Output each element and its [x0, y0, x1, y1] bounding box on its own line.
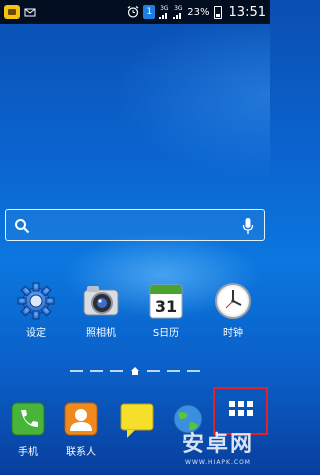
page-dash[interactable]	[110, 370, 123, 372]
watermark: 安卓网 WWW.HIAPK.COM	[168, 431, 268, 473]
alarm-icon	[127, 6, 139, 18]
app-clock[interactable]: 时钟	[208, 281, 258, 339]
page-dash[interactable]	[147, 370, 160, 372]
envelope-icon	[24, 8, 36, 17]
home-icon[interactable]	[130, 366, 140, 376]
network-indicator: 3G	[159, 5, 169, 19]
calendar-day: 31	[155, 297, 177, 316]
battery-percent: 23%	[187, 6, 210, 18]
contacts-icon	[61, 400, 101, 440]
watermark-logo: 安卓网	[181, 432, 254, 457]
app-camera[interactable]: 照相机	[76, 281, 126, 339]
app-label: 设定	[26, 328, 46, 339]
app-s-calendar[interactable]: 31 S日历	[141, 281, 191, 339]
notification-app-icon	[4, 5, 20, 19]
phone-icon	[8, 400, 48, 440]
signal-icon-2	[173, 12, 182, 19]
dock-messages[interactable]	[110, 400, 160, 443]
page-dash[interactable]	[187, 370, 200, 372]
page-dash[interactable]	[70, 370, 83, 372]
google-search-bar[interactable]	[5, 209, 265, 241]
app-label: S日历	[152, 328, 180, 339]
status-bar[interactable]: 1 3G 3G 23% 13:51	[0, 0, 270, 24]
camera-icon	[81, 281, 121, 321]
microphone-icon[interactable]	[242, 217, 254, 235]
calendar-icon: 31	[146, 281, 186, 321]
dock-phone[interactable]: 手机	[3, 400, 53, 458]
watermark-url: WWW.HIAPK.COM	[185, 459, 251, 466]
sim-badge: 1	[143, 5, 156, 19]
gear-icon	[16, 281, 56, 321]
messages-icon	[115, 400, 155, 440]
app-label: 时钟	[223, 328, 243, 339]
battery-icon	[213, 5, 222, 19]
app-label: 联系人	[66, 447, 96, 458]
app-settings[interactable]: 设定	[11, 281, 61, 339]
search-icon	[15, 219, 30, 234]
clock-icon	[213, 281, 253, 321]
page-dash[interactable]	[167, 370, 180, 372]
app-label: 手机	[18, 447, 38, 458]
page-indicator[interactable]	[70, 366, 200, 376]
network-indicator-2: 3G	[173, 5, 183, 19]
app-label: 照相机	[86, 328, 116, 339]
status-clock: 13:51	[228, 4, 266, 20]
signal-icon	[159, 12, 168, 19]
highlight-box	[213, 387, 268, 435]
page-dash[interactable]	[90, 370, 103, 372]
dock-contacts[interactable]: 联系人	[56, 400, 106, 458]
